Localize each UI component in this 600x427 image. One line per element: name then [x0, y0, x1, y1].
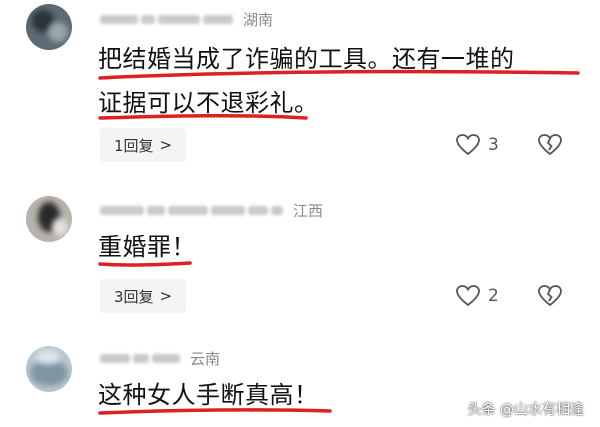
reply-button[interactable]: 1回复 > [100, 128, 187, 162]
avatar[interactable] [26, 346, 72, 392]
reply-label: 1回复 [114, 136, 154, 155]
blurred-username[interactable] [100, 205, 283, 215]
blurred-username[interactable] [100, 353, 180, 363]
heart-icon [456, 134, 480, 156]
broken-heart-icon[interactable] [538, 285, 562, 307]
reply-button[interactable]: 3回复 > [100, 279, 187, 313]
like-count: 3 [488, 135, 499, 155]
blurred-username[interactable] [100, 14, 233, 24]
comment-meta: 云南 [100, 347, 220, 369]
comment-meta: 江西 [100, 199, 323, 221]
like-button[interactable]: 3 [456, 134, 499, 156]
like-count: 2 [488, 286, 499, 306]
comment-meta: 湖南 [100, 8, 273, 30]
red-underline [98, 69, 580, 80]
watermark: 头条 @山水有相逢 [467, 402, 584, 418]
reply-label: 3回复 [114, 287, 154, 306]
red-underline [98, 408, 332, 415]
chevron-right-icon: > [159, 287, 173, 305]
avatar[interactable] [26, 4, 72, 50]
location-label: 湖南 [243, 10, 274, 29]
chevron-right-icon: > [159, 136, 173, 154]
red-underline [98, 113, 308, 120]
broken-heart-icon[interactable] [538, 134, 562, 156]
heart-icon [456, 285, 480, 307]
like-button[interactable]: 2 [456, 285, 499, 307]
location-label: 云南 [190, 349, 221, 368]
avatar[interactable] [26, 196, 72, 242]
red-underline [98, 261, 192, 267]
location-label: 江西 [293, 201, 324, 220]
